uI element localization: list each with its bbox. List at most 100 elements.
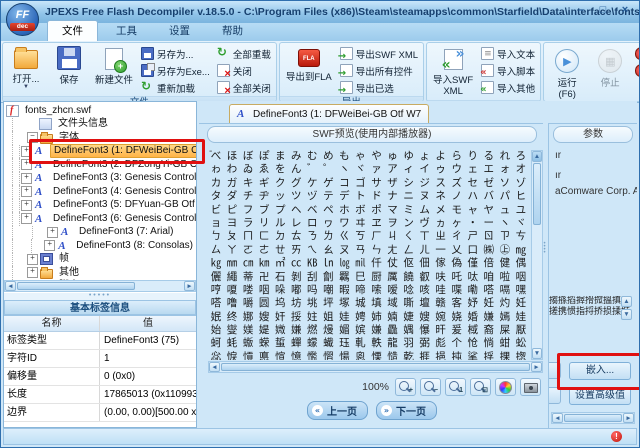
glyph-cell[interactable]: ㄏ xyxy=(368,230,384,243)
glyph-cell[interactable]: ギ xyxy=(256,177,272,190)
glyph-cell[interactable]: コ xyxy=(336,177,352,190)
tree-item[interactable]: +DefineFont3 (1: DFWeiBei-GB Otf W7 Regu… xyxy=(6,145,196,159)
glyph-cell[interactable]: 咱 xyxy=(481,271,497,284)
glyph-vscrollbar[interactable]: ▲ ▼ xyxy=(531,150,543,360)
glyph-cell[interactable]: 嫣 xyxy=(497,311,513,324)
glyph-cell[interactable]: ユ xyxy=(513,204,529,217)
glyph-cell[interactable]: ん xyxy=(288,163,304,176)
glyph-cell[interactable]: ク xyxy=(272,177,288,190)
glyph-cell[interactable]: り xyxy=(465,150,481,163)
glyph-cell[interactable]: 噜 xyxy=(224,297,240,310)
params-hscrollbar[interactable]: ◄ ► xyxy=(551,412,635,424)
glyph-cell[interactable]: 刮 xyxy=(304,271,320,284)
glyph-cell[interactable]: 始 xyxy=(208,324,224,337)
glyph-cell[interactable]: 蠓 xyxy=(304,337,320,350)
glyph-cell[interactable]: 弼 xyxy=(417,337,433,350)
glyph-cell[interactable]: ㎡ xyxy=(272,257,288,270)
glyph-cell[interactable]: ㄌ xyxy=(320,230,336,243)
glyph-cell[interactable]: 嫂 xyxy=(417,311,433,324)
glyph-cell[interactable]: ポ xyxy=(368,204,384,217)
glyph-cell[interactable]: ヶ xyxy=(449,217,465,230)
glyph-cell[interactable]: ス xyxy=(433,177,449,190)
glyph-cell[interactable]: ほ xyxy=(224,150,240,163)
glyph-cell[interactable]: ゲ xyxy=(320,177,336,190)
expand-icon[interactable]: + xyxy=(21,146,32,157)
glyph-cell[interactable]: ㎅ xyxy=(304,257,320,270)
glyph-cell[interactable]: 嫂 xyxy=(256,311,272,324)
glyph-cell[interactable]: 客 xyxy=(449,297,465,310)
document-tab[interactable]: DefineFont3 (1: DFWeiBei-GB Otf W7 Regul… xyxy=(229,104,429,123)
glyph-cell[interactable]: ㄠ xyxy=(320,244,336,257)
glyph-cell[interactable]: 偶 xyxy=(513,257,529,270)
glyph-cell[interactable]: ル xyxy=(272,217,288,230)
glyph-cell[interactable]: 灼 xyxy=(497,297,513,310)
glyph-cell[interactable]: 媄 xyxy=(240,324,256,337)
ribbon-button-导出已选[interactable]: 导出已选 xyxy=(338,80,420,95)
glyph-cell[interactable]: め xyxy=(320,150,336,163)
zoom-out-button[interactable]: − xyxy=(420,378,441,396)
glyph-cell[interactable]: ㏒ xyxy=(336,257,352,270)
glyph-cell[interactable]: 嘞 xyxy=(465,284,481,297)
glyph-cell[interactable]: ヂ xyxy=(256,190,272,203)
glyph-cell[interactable]: 彪 xyxy=(433,337,449,350)
glyph-cell[interactable]: ヒ xyxy=(513,190,529,203)
menu-tab-帮助[interactable]: 帮助 xyxy=(208,21,257,41)
menu-tab-工具[interactable]: 工具 xyxy=(102,21,151,41)
glyph-cell[interactable]: 坊 xyxy=(288,297,304,310)
prev-page-button[interactable]: « 上一页 xyxy=(307,401,368,420)
glyph-cell[interactable]: 娉 xyxy=(352,311,368,324)
glyph-cell[interactable]: 蠘 xyxy=(320,337,336,350)
glyph-cell[interactable]: を xyxy=(272,163,288,176)
glyph-cell[interactable]: ヽ xyxy=(497,217,513,230)
minimize-button[interactable]: – xyxy=(575,4,587,16)
glyph-cell[interactable]: ー xyxy=(481,217,497,230)
glyph-cell[interactable]: ゃ xyxy=(352,150,368,163)
glyph-cell[interactable]: 婻 xyxy=(385,311,401,324)
glyph-cell[interactable]: ト xyxy=(352,190,368,203)
glyph-cell[interactable]: ゐ xyxy=(240,163,256,176)
glyph-cell[interactable]: 愓 xyxy=(336,351,352,360)
glyph-cell[interactable]: ㎝ xyxy=(240,257,256,270)
ribbon-button-打开...[interactable]: 打开...▼ xyxy=(6,44,46,95)
glyph-cell[interactable]: ㎜ xyxy=(224,257,240,270)
expand-icon[interactable]: + xyxy=(21,213,32,224)
glyph-cell[interactable]: 燃 xyxy=(304,324,320,337)
glyph-cell[interactable]: 偽 xyxy=(449,257,465,270)
glyph-cell[interactable]: ヽ xyxy=(336,163,352,176)
glyph-cell[interactable]: 叡 xyxy=(417,271,433,284)
glyph-cell[interactable]: ツ xyxy=(288,190,304,203)
glyph-cell[interactable]: 娃 xyxy=(513,311,529,324)
glyph-cell[interactable]: ボ xyxy=(352,204,368,217)
glyph-cell[interactable]: 燮 xyxy=(224,324,240,337)
glyph-cell[interactable]: ㄜ xyxy=(256,244,272,257)
glyph-cell[interactable]: ゛ xyxy=(304,163,320,176)
glyph-cell[interactable]: ㄚ xyxy=(224,244,240,257)
glyph-cell[interactable]: 嗦 xyxy=(368,284,384,297)
ribbon-button-调试 (CTRL+F5)[interactable]: 调试 (CTRL+F5) xyxy=(633,46,639,61)
glyph-cell[interactable]: モ xyxy=(449,204,465,217)
glyph-cell[interactable]: 健 xyxy=(497,257,513,270)
glyph-cell[interactable]: ㏑ xyxy=(320,257,336,270)
panel-splitter[interactable]: ••••• xyxy=(4,293,196,300)
glyph-cell[interactable]: エ xyxy=(481,163,497,176)
glyph-cell[interactable]: ㏕ xyxy=(352,257,368,270)
glyph-cell[interactable]: ャ xyxy=(465,204,481,217)
glyph-cell[interactable]: ㈱ xyxy=(481,244,497,257)
glyph-cell[interactable]: ㄇ xyxy=(240,230,256,243)
glyph-cell[interactable]: 捊 xyxy=(481,351,497,360)
expand-icon[interactable]: + xyxy=(21,186,32,197)
params-splitter[interactable]: •••• xyxy=(543,123,546,428)
expand-icon[interactable]: + xyxy=(27,267,38,278)
glyph-cell[interactable]: ハ xyxy=(465,190,481,203)
glyph-cell[interactable]: ヰ xyxy=(352,217,368,230)
glyph-cell[interactable]: 爰 xyxy=(449,324,465,337)
glyph-cell[interactable]: 终 xyxy=(224,311,240,324)
glyph-cell[interactable]: ㄣ xyxy=(368,244,384,257)
tree-item[interactable]: +DefineFont3 (4: Genesis Controller Butt… xyxy=(6,185,196,199)
glyph-cell[interactable]: ゾ xyxy=(513,177,529,190)
glyph-cell[interactable]: わ xyxy=(224,163,240,176)
glyph-cell[interactable]: 恖 xyxy=(352,351,368,360)
glyph-cell[interactable]: ㄓ xyxy=(433,230,449,243)
glyph-cell[interactable]: 妵 xyxy=(304,311,320,324)
glyph-cell[interactable]: ら xyxy=(449,150,465,163)
